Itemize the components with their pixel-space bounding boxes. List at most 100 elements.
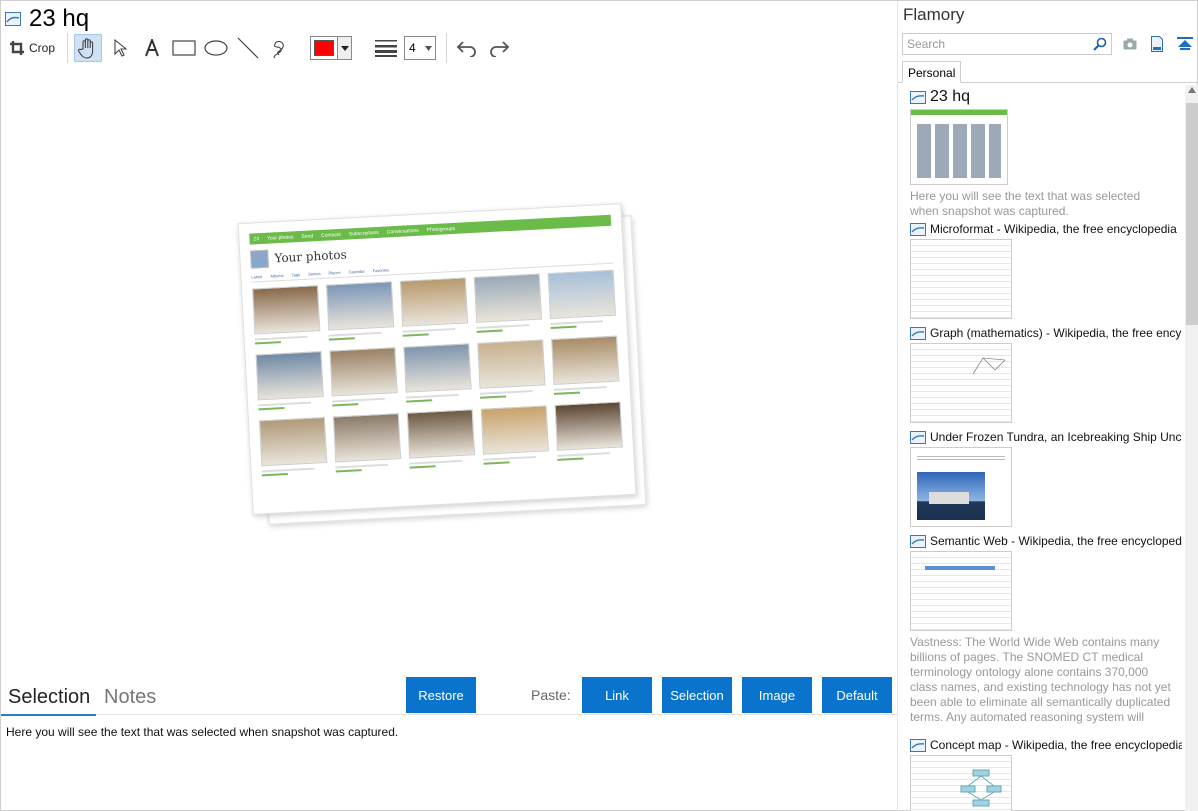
pointer-tool-button[interactable] <box>106 34 134 62</box>
document-icon[interactable] <box>1148 35 1166 53</box>
preview-nav-item: Subscriptions <box>348 229 379 237</box>
snapshot-pane: 23 hq Crop 4 23 Your photos Send Contact… <box>0 1 897 811</box>
list-item-header: 23 hq <box>910 87 1182 107</box>
rectangle-tool-button[interactable] <box>170 34 198 62</box>
chevron-down-icon <box>337 37 352 59</box>
preview-photo <box>332 413 402 478</box>
preview-photo <box>258 416 328 482</box>
paste-image-button[interactable]: Image <box>742 677 812 713</box>
scroll-up-icon[interactable] <box>1188 87 1196 93</box>
list-item[interactable]: Microformat - Wikipedia, the free encycl… <box>910 221 1182 319</box>
preview-photo <box>473 273 543 339</box>
crop-label: Crop <box>29 41 56 55</box>
snapshot-title: 23 hq <box>29 5 90 32</box>
preview-photo <box>547 269 617 335</box>
sidebar-tab-bar: Personal <box>898 61 1198 83</box>
undo-icon <box>456 41 476 57</box>
preview-photo <box>403 343 473 408</box>
list-item-title: Under Frozen Tundra, an Icebreaking Ship… <box>930 430 1182 444</box>
preview-tab: Favorites <box>372 267 390 274</box>
undo-button[interactable] <box>453 34 481 62</box>
list-item[interactable]: Graph (mathematics) - Wikipedia, the fre… <box>910 325 1182 423</box>
color-swatch <box>314 40 335 56</box>
preview-tab: Calendar <box>348 268 365 275</box>
list-item-thumbnail <box>910 755 1012 811</box>
preview-tab: Stories <box>307 270 321 277</box>
paste-label: Paste: <box>531 687 571 703</box>
toolbar-divider <box>446 33 448 63</box>
collapse-up-icon[interactable] <box>1176 35 1194 53</box>
redo-button[interactable] <box>485 34 513 62</box>
library-sidebar: Flamory Search Personal 23 hq Here you w… <box>897 1 1198 811</box>
preview-photo <box>252 285 321 350</box>
preview-nav-item: 23 <box>253 235 260 242</box>
stroke-color-picker[interactable] <box>310 36 353 60</box>
search-input[interactable]: Search <box>902 33 1112 55</box>
hand-icon <box>78 38 94 59</box>
line-icon <box>237 37 259 59</box>
title-row: 23 hq <box>5 5 89 33</box>
list-item[interactable]: Under Frozen Tundra, an Icebreaking Ship… <box>910 429 1182 527</box>
preview-nav-item: Your photos <box>266 233 294 242</box>
line-width-icon <box>372 34 400 62</box>
snapshot-icon <box>910 738 926 752</box>
ellipse-tool-button[interactable] <box>202 34 230 62</box>
line-width-select[interactable]: 4 <box>404 36 437 60</box>
snapshot-icon <box>910 534 926 548</box>
selection-text[interactable]: Here you will see the text that was sele… <box>6 725 398 739</box>
sidebar-scrollbar[interactable] <box>1185 85 1198 811</box>
preview-nav-item: Conversations <box>386 227 419 235</box>
preview-photo <box>399 277 469 342</box>
preview-photo <box>480 405 550 470</box>
list-item-thumbnail <box>910 447 1012 527</box>
preview-photo <box>325 281 395 346</box>
scrollbar-thumb[interactable] <box>1186 103 1198 325</box>
ellipse-icon <box>204 40 228 56</box>
snapshot-canvas[interactable]: 23 Your photos Send Contacts Subscriptions Co… <box>1 65 897 677</box>
tab-notes[interactable]: Notes <box>104 685 156 709</box>
preview-tab: Latest <box>251 274 263 280</box>
list-item-header: Concept map - Wikipedia, the free encycl… <box>910 737 1182 753</box>
list-item[interactable]: 23 hq Here you will see the text that wa… <box>910 87 1182 219</box>
paste-link-button[interactable]: Link <box>582 677 652 713</box>
annotation-toolbar: Crop 4 <box>5 33 517 63</box>
list-item[interactable]: Semantic Web - Wikipedia, the free encyc… <box>910 533 1182 725</box>
list-item-header: Graph (mathematics) - Wikipedia, the fre… <box>910 325 1182 341</box>
list-item-thumbnail <box>910 239 1012 319</box>
snapshot-icon <box>910 326 926 340</box>
text-tool-button[interactable] <box>138 34 166 62</box>
preview-nav-item: Contacts <box>320 231 342 239</box>
preview-photo <box>551 335 621 401</box>
paste-selection-button[interactable]: Selection <box>662 677 732 713</box>
freehand-tool-button[interactable] <box>266 34 294 62</box>
preview-nav-item: Photogroups <box>426 225 456 233</box>
paste-default-button[interactable]: Default <box>822 677 892 713</box>
line-tool-button[interactable] <box>234 34 262 62</box>
toolbar-divider <box>67 33 69 63</box>
line-width-value: 4 <box>409 41 416 55</box>
tab-personal[interactable]: Personal <box>902 61 962 83</box>
restore-button[interactable]: Restore <box>406 677 476 713</box>
list-item-title: Microformat - Wikipedia, the free encycl… <box>930 222 1177 236</box>
snapshot-icon <box>910 430 926 444</box>
crop-button[interactable]: Crop <box>5 34 59 62</box>
camera-icon[interactable] <box>1121 35 1139 53</box>
list-item-thumbnail <box>910 551 1012 631</box>
preview-photo <box>477 339 547 404</box>
list-item[interactable]: Concept map - Wikipedia, the free encycl… <box>910 737 1182 811</box>
chevron-down-icon <box>425 45 433 51</box>
snapshot-icon <box>910 222 926 236</box>
list-item-header: Semantic Web - Wikipedia, the free encyc… <box>910 533 1182 549</box>
avatar <box>250 249 269 269</box>
list-item-title: 23 hq <box>930 88 971 105</box>
snapshot-preview: 23 Your photos Send Contacts Subscriptions Co… <box>237 203 647 525</box>
list-item-title: Graph (mathematics) - Wikipedia, the fre… <box>930 326 1182 340</box>
hand-tool-button[interactable] <box>74 34 103 62</box>
tab-selection[interactable]: Selection <box>0 685 97 716</box>
snapshot-icon <box>910 90 926 104</box>
snapshot-list: 23 hq Here you will see the text that wa… <box>898 85 1184 811</box>
list-item-thumbnail <box>910 343 1012 423</box>
preview-page: 23 Your photos Send Contacts Subscriptions Co… <box>237 203 637 515</box>
search-icon[interactable] <box>1093 37 1107 51</box>
rectangle-icon <box>172 40 196 56</box>
